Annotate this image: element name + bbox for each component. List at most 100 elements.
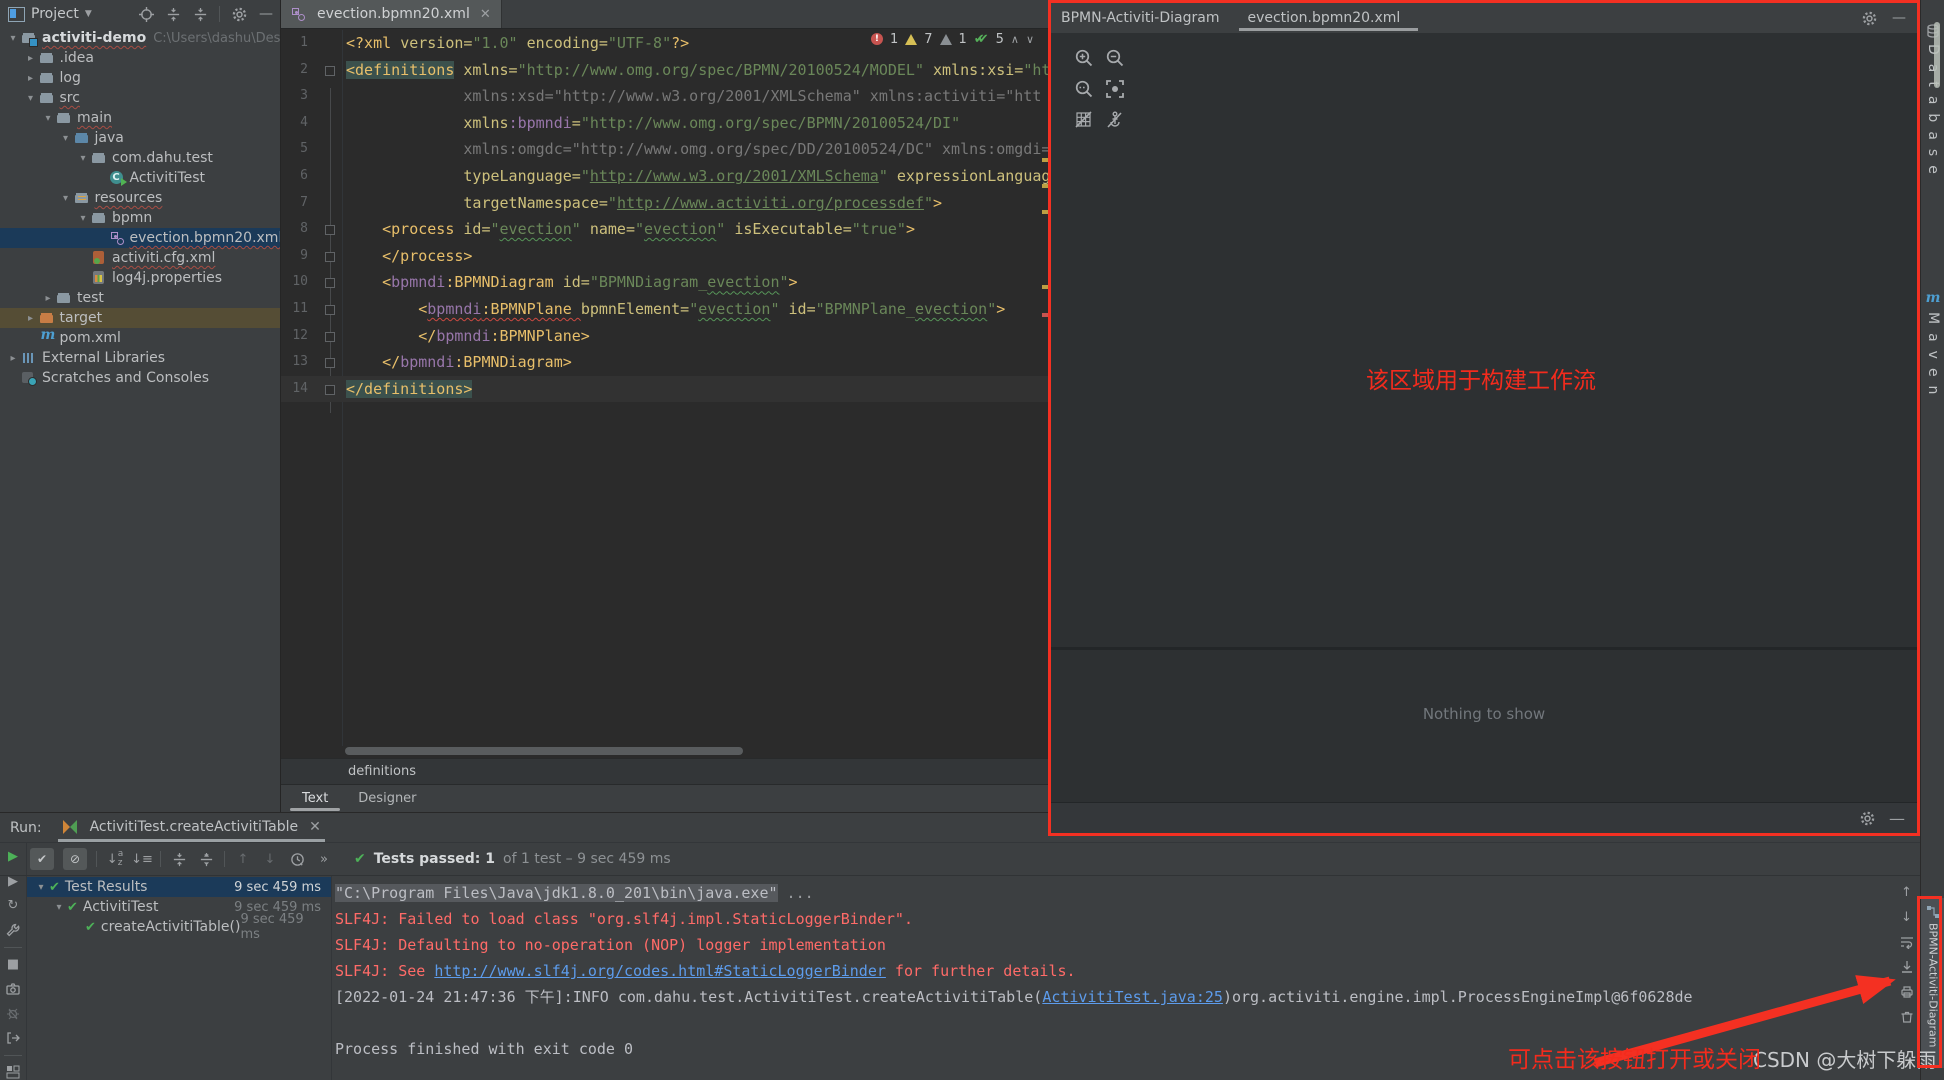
next-problem-icon[interactable]: ∨	[1026, 33, 1034, 46]
stripe-button-database[interactable]: Database	[1921, 24, 1944, 183]
code-line[interactable]: 8 <process id="evection" name="evection"…	[280, 216, 1050, 243]
sort-alphabetically-icon[interactable]: ↓ a z	[106, 850, 124, 868]
code-line[interactable]: 6 typeLanguage="http://www.w3.org/2001/X…	[280, 163, 1050, 190]
divider	[219, 6, 220, 22]
next-occurrence-icon[interactable]: ↓	[261, 850, 279, 868]
show-passed-toggle[interactable]: ✔	[30, 848, 54, 870]
stripe-button-maven[interactable]: m Maven	[1921, 290, 1944, 403]
soft-wrap-icon[interactable]	[1899, 934, 1915, 950]
hide-panel-icon[interactable]: —	[1889, 809, 1905, 828]
code-line[interactable]: 3 xmlns:xsd="http://www.w3.org/2001/XMLS…	[280, 83, 1050, 110]
project-tree-item[interactable]: ▾ resources	[0, 188, 280, 208]
code-line[interactable]: 4 xmlns:bpmndi="http://www.omg.org/spec/…	[280, 110, 1050, 137]
toggle-grid-icon[interactable]	[1073, 109, 1095, 131]
project-tree-item[interactable]: activiti.cfg.xml	[0, 248, 280, 268]
code-editor[interactable]: 1 <?xml version="1.0" encoding="UTF-8"?> 2…	[280, 30, 1050, 746]
divider	[4, 1054, 22, 1056]
tab-evection-bpmn20-xml[interactable]: evection.bpmn20.xml	[1239, 3, 1419, 33]
auto-rerun-icon[interactable]: ↻	[5, 898, 21, 913]
project-tree-item[interactable]: Scratches and Consoles	[0, 368, 280, 388]
center-focus-icon[interactable]	[1104, 78, 1126, 100]
test-settings-icon[interactable]	[5, 922, 21, 937]
code-line[interactable]: 11 <bpmndi:BPMNPlane bpmnElement="evecti…	[280, 296, 1050, 323]
project-tree-item[interactable]: ▸ target	[0, 308, 280, 328]
tab-bpmn-activiti-diagram[interactable]: BPMN-Activiti-Diagram	[1061, 3, 1219, 33]
console-line: SLF4J: Failed to load class "org.slf4j.i…	[335, 910, 913, 928]
previous-occurrence-icon[interactable]: ↑	[234, 850, 252, 868]
collapse-all-icon[interactable]	[197, 850, 215, 868]
scroll-to-end-icon[interactable]	[1899, 959, 1915, 975]
chevron-down-icon[interactable]: ▼	[85, 9, 92, 19]
zoom-out-icon[interactable]	[1104, 47, 1126, 69]
show-ignored-toggle[interactable]: ⊘	[63, 848, 87, 870]
weak-warning-count: 1	[958, 31, 967, 47]
code-line[interactable]: 12 </bpmndi:BPMNPlane>	[280, 323, 1050, 350]
stripe-scroll-indicator	[1934, 22, 1940, 88]
code-line[interactable]: 14 </definitions>	[280, 375, 1050, 403]
stop-icon[interactable]: ■	[5, 957, 21, 972]
editor-tab-evection[interactable]: evection.bpmn20.xml ✕	[280, 0, 502, 28]
attach-debugger-icon[interactable]	[5, 1006, 21, 1021]
collapse-all-icon[interactable]	[192, 6, 208, 22]
scroll-up-icon[interactable]: ↑	[1899, 884, 1915, 900]
project-tree-item[interactable]: ▸ test	[0, 288, 280, 308]
console-line: SLF4J: See http://www.slf4j.org/codes.ht…	[335, 962, 1076, 980]
print-icon[interactable]	[1899, 984, 1915, 1000]
test-tree-item[interactable]: ▾ ✔ Test Results 9 sec 459 ms	[27, 877, 331, 897]
breadcrumb-item[interactable]: definitions	[348, 764, 416, 779]
close-icon[interactable]: ✕	[309, 819, 321, 835]
gear-icon[interactable]	[1859, 810, 1875, 826]
diagram-canvas[interactable]: 该区域用于构建工作流	[1051, 33, 1917, 650]
locate-file-icon[interactable]	[138, 6, 154, 22]
expand-all-icon[interactable]	[165, 6, 181, 22]
code-line[interactable]: 9 </process>	[280, 243, 1050, 270]
console-line: "C:\Program Files\Java\jdk1.8.0_201\bin\…	[335, 884, 814, 902]
expand-all-icon[interactable]	[170, 850, 188, 868]
project-tree-item[interactable]: ▸ log	[0, 68, 280, 88]
gear-icon[interactable]	[231, 6, 247, 22]
project-tree-item[interactable]: evection.bpmn20.xml	[0, 228, 280, 248]
project-tree-item[interactable]: log4j.properties	[0, 268, 280, 288]
test-history-icon[interactable]	[288, 850, 306, 868]
sort-by-duration-icon[interactable]: ↓≡	[131, 850, 153, 868]
project-tree-item[interactable]: ▾ bpmn	[0, 208, 280, 228]
project-tree-item[interactable]: ▸ .idea	[0, 48, 280, 68]
prev-problem-icon[interactable]: ∧	[1011, 33, 1019, 46]
code-line[interactable]: 5 xmlns:omgdc="http://www.omg.org/spec/D…	[280, 136, 1050, 163]
rerun-icon[interactable]: ▶	[5, 849, 21, 864]
close-icon[interactable]: ✕	[480, 7, 491, 22]
scroll-down-icon[interactable]: ↓	[1899, 909, 1915, 925]
fit-zoom-icon[interactable]	[1073, 78, 1095, 100]
project-tree-item[interactable]: ▾ java	[0, 128, 280, 148]
test-tree-item[interactable]: ✔ createActivitiTable() 9 sec 459 ms	[27, 912, 331, 942]
inspections-widget[interactable]: ! 1 7 1 ✔✔ 5 ∧ ∨	[870, 28, 1034, 50]
open-results-icon[interactable]	[5, 1030, 21, 1045]
project-tree-item[interactable]: ▸ External Libraries	[0, 348, 280, 368]
code-line[interactable]: 7 targetNamespace="http://www.activiti.o…	[280, 190, 1050, 217]
hide-panel-icon[interactable]: —	[258, 6, 274, 22]
project-tree-item[interactable]: ▾ com.dahu.test	[0, 148, 280, 168]
project-tree-item[interactable]: ▾ src	[0, 88, 280, 108]
project-tree-item[interactable]: ActivitiTest	[0, 168, 280, 188]
project-tree-item[interactable]: ▾activiti-demoC:\Users\dashu\Desktop\	[0, 28, 280, 48]
toggle-anchors-icon[interactable]	[1104, 109, 1126, 131]
project-panel-title[interactable]: Project	[31, 6, 79, 22]
project-tree-item[interactable]: pom.xml	[0, 327, 280, 348]
thread-dump-icon[interactable]	[5, 981, 21, 996]
hide-panel-icon[interactable]: —	[1891, 10, 1907, 26]
code-line[interactable]: 2 <definitions xmlns="http://www.omg.org/…	[280, 57, 1050, 84]
clear-console-icon[interactable]	[1899, 1009, 1915, 1025]
tab-designer[interactable]: Designer	[358, 785, 416, 812]
console-link[interactable]: ActivitiTest.java:25	[1042, 988, 1223, 1006]
zoom-in-icon[interactable]	[1073, 47, 1095, 69]
console-link[interactable]: http://www.slf4j.org/codes.html#StaticLo…	[434, 962, 886, 980]
code-line[interactable]: 10 <bpmndi:BPMNDiagram id="BPMNDiagram_e…	[280, 269, 1050, 296]
run-config-tab[interactable]: ActivitiTest.createActivitiTable ✕	[57, 814, 325, 842]
horizontal-scrollbar[interactable]	[345, 747, 743, 755]
more-actions-icon[interactable]: »	[315, 850, 333, 868]
layout-settings-icon[interactable]	[5, 1065, 21, 1080]
tab-text[interactable]: Text	[289, 785, 341, 812]
gear-icon[interactable]	[1861, 10, 1877, 26]
code-line[interactable]: 13 </bpmndi:BPMNDiagram>	[280, 349, 1050, 376]
project-tree-item[interactable]: ▾ main	[0, 108, 280, 128]
